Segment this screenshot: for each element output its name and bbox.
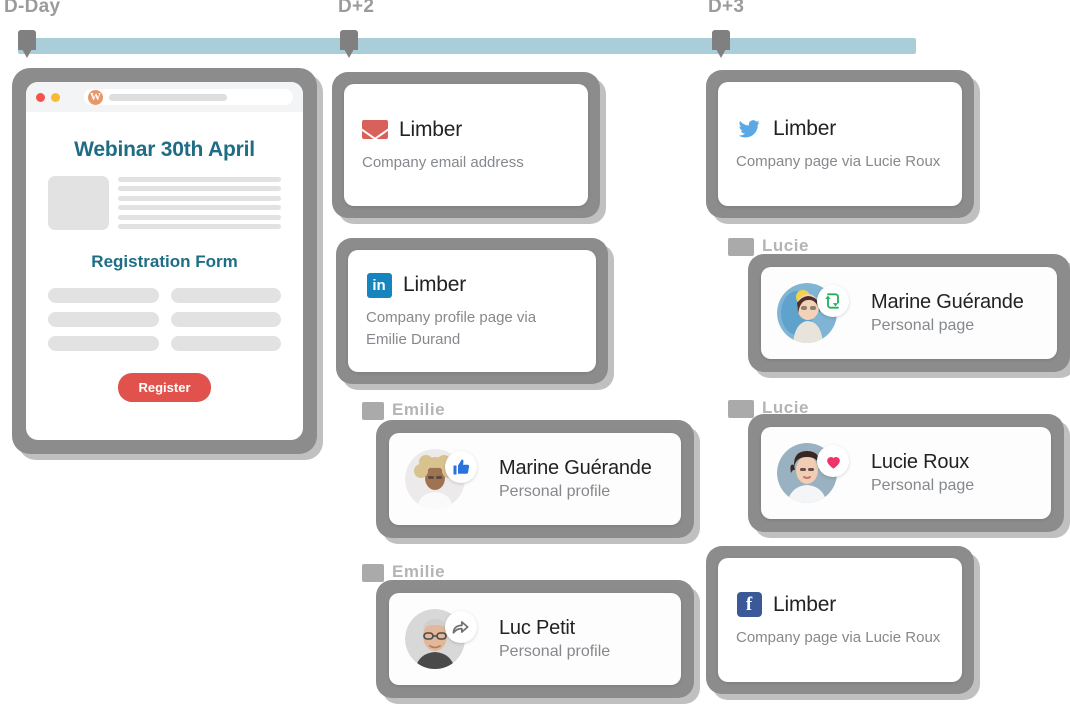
- person-card-like[interactable]: Marine Guérande Personal profile: [376, 420, 694, 538]
- form-input-2[interactable]: [48, 312, 159, 327]
- person-card-share[interactable]: Luc Petit Personal profile: [376, 580, 694, 698]
- heart-icon: [817, 445, 849, 477]
- person-card-retweet[interactable]: Marine Guérande Personal page: [748, 254, 1070, 372]
- facebook-card-body: f Limber Company page via Lucie Roux: [718, 558, 962, 682]
- thumbs-up-icon: [445, 451, 477, 483]
- timeline-label-1: D+2: [338, 0, 375, 17]
- person-card-heart[interactable]: Lucie Roux Personal page: [748, 414, 1064, 532]
- registration-form: [48, 288, 281, 351]
- facebook-card-header: f Limber: [736, 592, 944, 618]
- timeline: D-Day D+2 D+3: [0, 0, 1070, 60]
- map-pin-icon: [18, 30, 36, 58]
- content-text-lines: [118, 176, 281, 230]
- content-image-placeholder: [48, 176, 109, 230]
- twitter-channel-card[interactable]: Limber Company page via Lucie Roux: [706, 70, 974, 218]
- page-title: Webinar 30th April: [74, 138, 255, 161]
- person-card-heart-body: Lucie Roux Personal page: [761, 427, 1051, 519]
- ghost-label-share: Emilie: [392, 562, 446, 581]
- person-name: Luc Petit: [499, 617, 576, 639]
- page-body: Webinar 30th April Registration Form Reg…: [26, 112, 303, 402]
- facebook-card-name: Limber: [773, 592, 836, 616]
- twitter-icon: [736, 116, 762, 142]
- person-card-like-body: Marine Guérande Personal profile: [389, 433, 681, 525]
- person-name: Lucie Roux: [871, 451, 970, 473]
- envelope-icon: [362, 117, 388, 143]
- twitter-card-subtitle: Company page via Lucie Roux: [736, 152, 941, 170]
- ghost-block: [728, 400, 754, 418]
- linkedin-card-body: in Limber Company profile page via Emili…: [348, 250, 596, 372]
- email-card-body: Limber Company email address: [344, 84, 588, 206]
- timeline-marker-0[interactable]: [18, 30, 38, 60]
- ghost-block: [728, 238, 754, 256]
- timeline-label-0: D-Day: [4, 0, 61, 17]
- close-dot-icon[interactable]: [36, 92, 45, 102]
- linkedin-icon: in: [366, 272, 392, 298]
- linkedin-card-subtitle: Company profile page via Emilie Durand: [366, 309, 537, 348]
- person-text: Lucie Roux Personal page: [871, 451, 974, 495]
- twitter-card-header: Limber: [736, 116, 944, 142]
- register-button-row: Register: [48, 373, 281, 402]
- url-placeholder: [109, 93, 227, 101]
- person-subtitle: Personal profile: [499, 483, 611, 500]
- form-input-3[interactable]: [170, 312, 281, 327]
- address-bar[interactable]: W: [84, 89, 293, 105]
- form-input-0[interactable]: [48, 288, 159, 303]
- person-subtitle: Personal page: [871, 317, 975, 334]
- browser-chrome: W: [26, 82, 303, 112]
- person-card-retweet-body: Marine Guérande Personal page: [761, 267, 1057, 359]
- ghost-label-retweet: Lucie: [762, 236, 809, 255]
- email-card-header: Limber: [362, 117, 570, 143]
- person-name: Marine Guérande: [499, 457, 652, 479]
- linkedin-card-name: Limber: [403, 273, 466, 297]
- twitter-card-body: Limber Company page via Lucie Roux: [718, 82, 962, 206]
- linkedin-card-header: in Limber: [366, 272, 578, 298]
- timeline-marker-2[interactable]: [712, 30, 732, 60]
- person-text: Luc Petit Personal profile: [499, 617, 610, 661]
- email-card-subtitle: Company email address: [362, 153, 524, 171]
- map-pin-icon: [340, 30, 358, 58]
- timeline-bar: [18, 38, 916, 54]
- facebook-icon: f: [736, 592, 762, 618]
- person-name: Marine Guérande: [871, 291, 1024, 313]
- wordpress-icon: W: [88, 89, 103, 105]
- person-card-share-body: Luc Petit Personal profile: [389, 593, 681, 685]
- form-input-5[interactable]: [170, 336, 281, 351]
- avatar-wrap: [777, 443, 849, 503]
- twitter-card-name: Limber: [773, 116, 836, 140]
- linkedin-channel-card[interactable]: in Limber Company profile page via Emili…: [336, 238, 608, 384]
- ghost-block: [362, 402, 384, 420]
- facebook-channel-card[interactable]: f Limber Company page via Lucie Roux: [706, 546, 974, 694]
- person-text: Marine Guérande Personal profile: [499, 457, 652, 501]
- timeline-marker-1[interactable]: [340, 30, 360, 60]
- browser-window: W Webinar 30th April Registration Form R…: [26, 82, 303, 440]
- email-channel-card[interactable]: Limber Company email address: [332, 72, 600, 218]
- timeline-label-2: D+3: [708, 0, 745, 17]
- map-pin-icon: [712, 30, 730, 58]
- retweet-icon: [817, 285, 849, 317]
- ghost-label-like: Emilie: [392, 400, 446, 419]
- email-card-name: Limber: [399, 117, 462, 141]
- avatar-wrap: [777, 283, 849, 343]
- webinar-landing-page-card: W Webinar 30th April Registration Form R…: [12, 68, 317, 454]
- minimize-dot-icon[interactable]: [51, 92, 60, 102]
- ghost-block: [362, 564, 384, 582]
- person-subtitle: Personal page: [871, 477, 975, 494]
- registration-form-title: Registration Form: [91, 252, 238, 271]
- register-button[interactable]: Register: [118, 373, 211, 402]
- form-input-1[interactable]: [170, 288, 281, 303]
- share-icon: [445, 611, 477, 643]
- person-text: Marine Guérande Personal page: [871, 291, 1024, 335]
- form-input-4[interactable]: [48, 336, 159, 351]
- content-block: [48, 176, 281, 230]
- avatar-wrap: [405, 609, 477, 669]
- avatar-wrap: [405, 449, 477, 509]
- facebook-card-subtitle: Company page via Lucie Roux: [736, 628, 941, 646]
- person-subtitle: Personal profile: [499, 643, 611, 660]
